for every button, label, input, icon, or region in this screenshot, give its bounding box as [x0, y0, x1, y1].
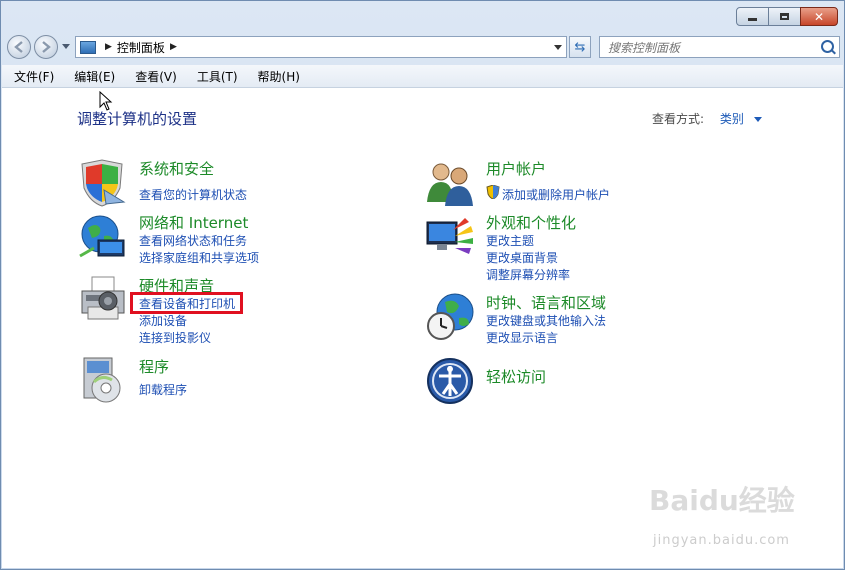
users-icon[interactable]	[425, 158, 475, 208]
category-title[interactable]: 时钟、语言和区域	[486, 292, 606, 313]
close-icon: ✕	[813, 9, 825, 24]
address-bar[interactable]: ▶ 控制面板 ▶	[75, 36, 567, 58]
annotation-highlight-box	[130, 292, 243, 314]
menu-tools[interactable]: 工具(T)	[185, 68, 246, 85]
shield-icon[interactable]	[78, 158, 128, 208]
link-adjust-resolution[interactable]: 调整屏幕分辨率	[486, 266, 570, 283]
address-dropdown-icon[interactable]	[554, 45, 562, 50]
printer-icon[interactable]	[78, 275, 128, 325]
menu-help[interactable]: 帮助(H)	[246, 68, 308, 85]
minimize-button[interactable]	[736, 7, 769, 26]
watermark-url: jingyan.baidu.com	[653, 533, 790, 548]
view-by-label: 查看方式:	[652, 112, 705, 126]
refresh-button[interactable]: ⇆	[569, 36, 591, 58]
link-change-display-language[interactable]: 更改显示语言	[486, 329, 558, 346]
menu-view[interactable]: 查看(V)	[123, 68, 185, 85]
maximize-icon	[780, 13, 789, 20]
view-by: 查看方式: 类别	[652, 110, 762, 127]
recent-pages-dropdown[interactable]	[62, 44, 70, 49]
control-panel-icon	[80, 40, 96, 54]
chevron-right-icon[interactable]: ▶	[105, 42, 112, 52]
link-network-status[interactable]: 查看网络状态和任务	[139, 232, 247, 249]
back-button[interactable]	[7, 35, 31, 59]
network-globe-icon[interactable]	[78, 212, 128, 262]
control-panel-window: ✕ ▶ 控制面板 ▶ ⇆ 文件(F) 编辑(E) 查看(V) 工具(T) 帮助	[0, 0, 845, 570]
window-controls: ✕	[736, 7, 838, 26]
link-homegroup-sharing[interactable]: 选择家庭组和共享选项	[139, 249, 259, 266]
category-title[interactable]: 轻松访问	[486, 366, 546, 387]
refresh-icon: ⇆	[574, 39, 586, 55]
breadcrumb-control-panel[interactable]: 控制面板	[117, 39, 165, 56]
category-title[interactable]: 程序	[139, 356, 169, 377]
forward-arrow-icon	[42, 41, 51, 53]
page-title: 调整计算机的设置	[77, 110, 198, 128]
link-change-theme[interactable]: 更改主题	[486, 232, 534, 249]
minimize-icon	[748, 18, 757, 21]
search-icon[interactable]	[821, 40, 834, 53]
menu-edit[interactable]: 编辑(E)	[62, 68, 123, 85]
link-connect-projector[interactable]: 连接到投影仪	[139, 329, 211, 346]
chevron-down-icon[interactable]	[753, 117, 762, 122]
link-change-input-method[interactable]: 更改键盘或其他输入法	[486, 312, 606, 329]
clock-globe-icon[interactable]	[425, 292, 475, 342]
category-title[interactable]: 用户帐户	[486, 158, 546, 179]
navigation-bar: ▶ 控制面板 ▶ ⇆	[1, 31, 845, 63]
link-uninstall-program[interactable]: 卸载程序	[139, 381, 187, 398]
chevron-right-icon[interactable]: ▶	[170, 42, 177, 52]
link-add-remove-accounts[interactable]: 添加或删除用户帐户	[502, 186, 610, 203]
menu-file[interactable]: 文件(F)	[2, 68, 62, 85]
category-title[interactable]: 网络和 Internet	[139, 212, 248, 233]
view-by-dropdown[interactable]: 类别	[720, 112, 744, 126]
watermark-logo: Baidu经验	[649, 484, 795, 517]
link-check-computer-status[interactable]: 查看您的计算机状态	[139, 186, 247, 203]
search-input[interactable]	[606, 38, 815, 58]
maximize-button[interactable]	[768, 7, 801, 26]
back-arrow-icon	[14, 41, 23, 53]
accessibility-icon[interactable]	[425, 356, 475, 406]
uac-shield-icon	[486, 185, 500, 199]
programs-disc-icon[interactable]	[78, 356, 128, 406]
search-box[interactable]	[599, 36, 840, 58]
link-change-desktop-background[interactable]: 更改桌面背景	[486, 249, 558, 266]
category-title[interactable]: 外观和个性化	[486, 212, 576, 233]
display-palette-icon[interactable]	[425, 212, 475, 262]
category-title[interactable]: 系统和安全	[139, 158, 214, 179]
mouse-pointer-icon	[99, 91, 113, 111]
close-button[interactable]: ✕	[800, 7, 838, 26]
menu-bar: 文件(F) 编辑(E) 查看(V) 工具(T) 帮助(H)	[2, 65, 843, 88]
link-add-device[interactable]: 添加设备	[139, 312, 187, 329]
forward-button[interactable]	[34, 35, 58, 59]
